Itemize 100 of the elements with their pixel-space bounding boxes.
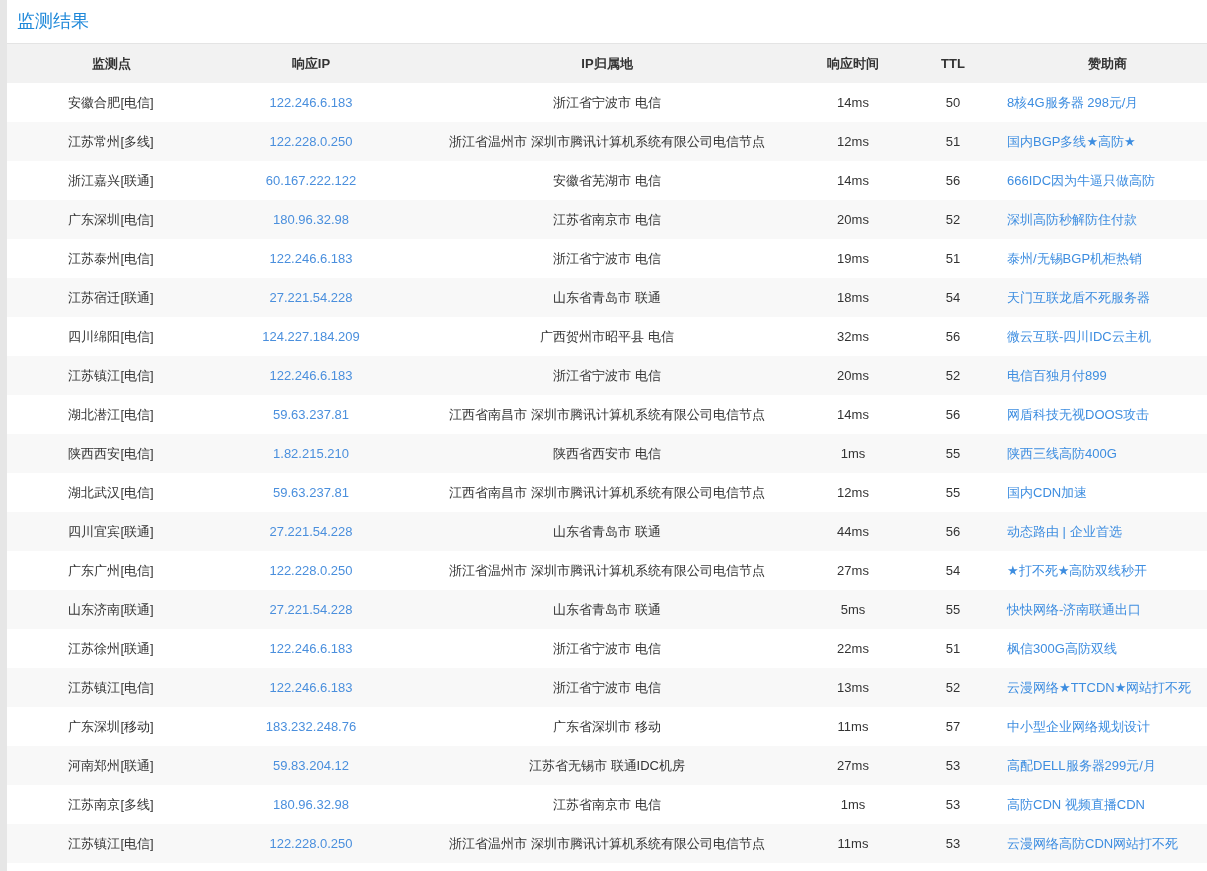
ip-link[interactable]: 1.82.215.210 (273, 446, 349, 461)
ttl-cell: 56 (945, 407, 961, 422)
location-cell: 江苏常州[多线] (68, 133, 154, 149)
ip-link[interactable]: 122.228.0.250 (269, 563, 353, 578)
ip-link[interactable]: 59.83.204.12 (273, 758, 349, 773)
response-time-cell: 5ms (840, 602, 866, 617)
response-time-cell: 1ms (840, 446, 866, 461)
ip-location-cell: 江西省南昌市 深圳市腾讯计算机系统有限公司电信节点 (449, 406, 765, 422)
ip-link[interactable]: 27.221.54.228 (269, 524, 353, 539)
sponsor-link[interactable]: 高防CDN 视频直播CDN (1007, 796, 1145, 812)
response-time-cell: 32ms (837, 329, 869, 344)
ip-location-cell: 江西省南昌市 深圳市腾讯计算机系统有限公司电信节点 (449, 484, 765, 500)
location-cell: 江苏南京[多线] (68, 796, 154, 812)
ttl-cell: 55 (945, 485, 961, 500)
sponsor-link[interactable]: 枫信300G高防双线 (1007, 640, 1117, 656)
ip-link[interactable]: 59.63.237.81 (273, 485, 349, 500)
ttl-cell: 53 (945, 758, 961, 773)
location-cell: 江苏镇江[电信] (68, 835, 154, 851)
ip-location-cell: 江苏省南京市 电信 (553, 211, 661, 227)
location-cell: 江苏宿迁[联通] (68, 289, 154, 305)
sponsor-link[interactable]: 微云互联-四川IDC云主机 (1007, 328, 1151, 344)
ip-location-cell: 广东省深圳市 移动 (553, 718, 661, 734)
ip-location-cell: 浙江省宁波市 电信 (553, 679, 661, 695)
ip-location-cell: 浙江省宁波市 电信 (553, 250, 661, 266)
location-cell: 浙江嘉兴[联通] (68, 172, 154, 188)
response-time-cell: 11ms (837, 836, 869, 851)
response-time-cell: 22ms (837, 641, 869, 656)
response-time-cell: 14ms (837, 407, 869, 422)
ip-location-cell: 江苏省无锡市 联通IDC机房 (529, 757, 685, 773)
ttl-cell: 54 (945, 290, 961, 305)
location-cell: 江苏徐州[联通] (68, 640, 154, 656)
location-cell: 山东济南[联通] (68, 601, 154, 617)
ip-location-cell: 浙江省宁波市 电信 (553, 640, 661, 656)
ip-location-cell: 山东省青岛市 联通 (553, 523, 661, 539)
sponsor-link[interactable]: 666IDC因为牛逼只做高防 (1007, 172, 1156, 188)
response-time-cell: 18ms (837, 290, 869, 305)
ip-link[interactable]: 180.96.32.98 (273, 797, 349, 812)
ip-link[interactable]: 122.246.6.183 (269, 368, 353, 383)
ip-link[interactable]: 124.227.184.209 (262, 329, 360, 344)
column-header: TTL (899, 43, 1007, 83)
response-time-cell: 19ms (837, 251, 869, 266)
ip-location-cell: 陕西省西安市 电信 (553, 445, 661, 461)
ttl-cell: 55 (945, 602, 961, 617)
sponsor-link[interactable]: 泰州/无锡BGP机柜热销 (1007, 250, 1143, 266)
location-cell: 湖北武汉[电信] (68, 484, 154, 500)
location-cell: 河南郑州[联通] (68, 757, 154, 773)
ttl-cell: 51 (945, 641, 961, 656)
response-time-cell: 12ms (837, 485, 869, 500)
ip-link[interactable]: 59.63.237.81 (273, 407, 349, 422)
location-cell: 江苏泰州[电信] (68, 250, 154, 266)
sponsor-link[interactable]: 网盾科技无视DOOS攻击 (1007, 406, 1150, 422)
sponsor-link[interactable]: 8核4G服务器 298元/月 (1007, 94, 1139, 110)
response-time-cell: 13ms (837, 680, 869, 695)
ttl-cell: 56 (945, 173, 961, 188)
ip-link[interactable]: 122.228.0.250 (269, 134, 353, 149)
sponsor-link[interactable]: ★打不死★高防双线秒开 (1007, 562, 1148, 578)
response-time-cell: 20ms (837, 368, 869, 383)
sponsor-link[interactable]: 国内CDN加速 (1007, 484, 1088, 500)
column-header: IP归属地 (407, 43, 807, 83)
column-header: 响应IP (215, 43, 407, 83)
ip-link[interactable]: 122.246.6.183 (269, 641, 353, 656)
ttl-cell: 53 (945, 797, 961, 812)
sponsor-link[interactable]: 中小型企业网络规划设计 (1007, 718, 1150, 734)
ip-link[interactable]: 183.232.248.76 (265, 719, 357, 734)
ip-location-cell: 浙江省温州市 深圳市腾讯计算机系统有限公司电信节点 (449, 562, 765, 578)
ip-location-cell: 浙江省温州市 深圳市腾讯计算机系统有限公司电信节点 (449, 835, 765, 851)
ttl-cell: 56 (945, 524, 961, 539)
column-header: 赞助商 (1007, 43, 1207, 83)
ip-location-cell: 山东省青岛市 联通 (553, 601, 661, 617)
ip-link[interactable]: 180.96.32.98 (273, 212, 349, 227)
response-time-cell: 27ms (837, 758, 869, 773)
location-cell: 四川宜宾[联通] (68, 523, 154, 539)
ip-link[interactable]: 122.246.6.183 (269, 680, 353, 695)
ip-link[interactable]: 122.246.6.183 (269, 251, 353, 266)
ttl-cell: 51 (945, 134, 961, 149)
ip-link[interactable]: 60.167.222.122 (265, 173, 357, 188)
location-cell: 陕西西安[电信] (68, 445, 154, 461)
ttl-cell: 52 (945, 680, 961, 695)
response-time-cell: 20ms (837, 212, 869, 227)
location-cell: 江苏镇江[电信] (68, 679, 154, 695)
ttl-cell: 51 (945, 251, 961, 266)
ip-location-cell: 浙江省宁波市 电信 (553, 367, 661, 383)
column-header: 响应时间 (807, 43, 899, 83)
ip-location-cell: 安徽省芜湖市 电信 (553, 172, 661, 188)
ip-location-cell: 浙江省温州市 深圳市腾讯计算机系统有限公司电信节点 (449, 133, 765, 149)
column-header: 监测点 (7, 43, 215, 83)
ip-link[interactable]: 122.246.6.183 (269, 95, 353, 110)
ttl-cell: 52 (945, 368, 961, 383)
ttl-cell: 57 (945, 719, 961, 734)
ip-location-cell: 江苏省南京市 电信 (553, 796, 661, 812)
ttl-cell: 56 (945, 329, 961, 344)
ttl-cell: 52 (945, 212, 961, 227)
ip-link[interactable]: 122.228.0.250 (269, 836, 353, 851)
response-time-cell: 12ms (837, 134, 869, 149)
ip-location-cell: 浙江省宁波市 电信 (553, 94, 661, 110)
location-cell: 广东深圳[移动] (68, 718, 154, 734)
ip-link[interactable]: 27.221.54.228 (269, 290, 353, 305)
ip-link[interactable]: 27.221.54.228 (269, 602, 353, 617)
ttl-cell: 55 (945, 446, 961, 461)
location-cell: 四川绵阳[电信] (68, 328, 154, 344)
